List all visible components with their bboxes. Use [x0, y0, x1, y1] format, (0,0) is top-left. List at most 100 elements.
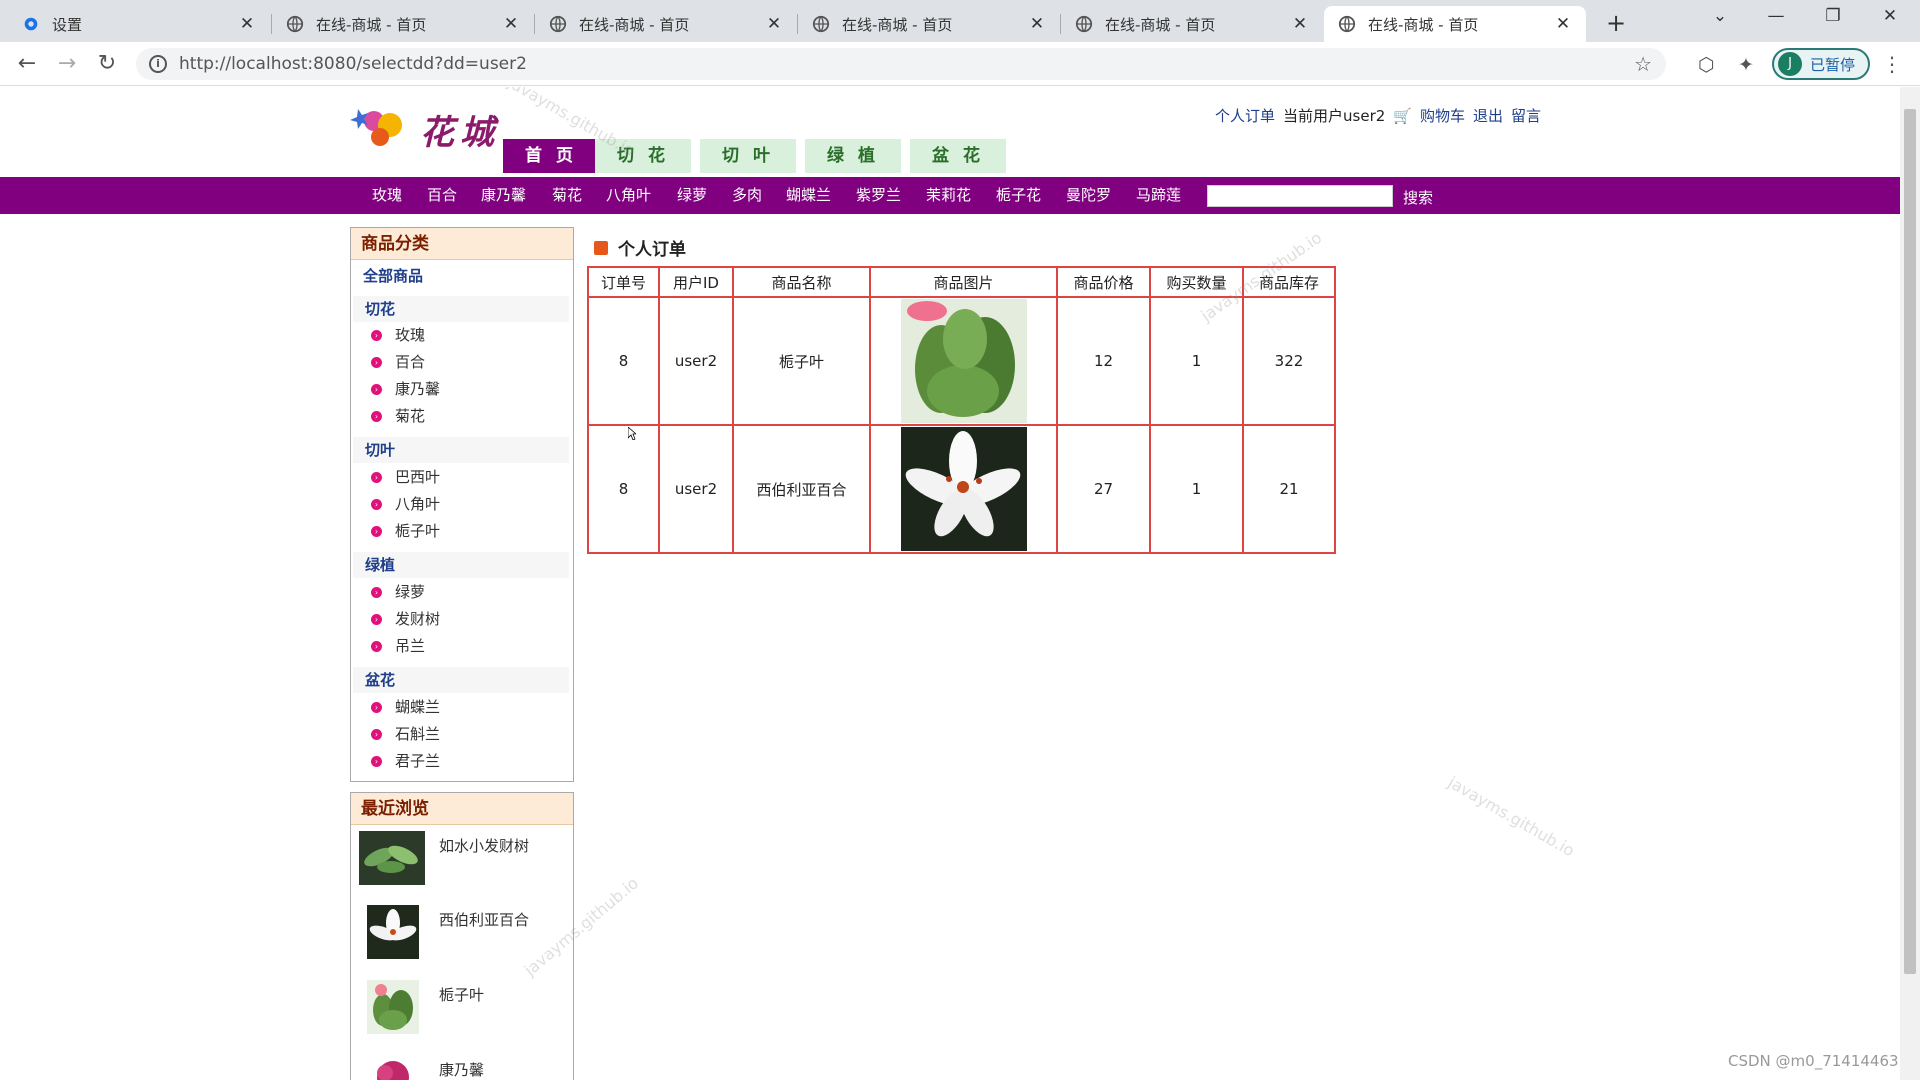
close-icon[interactable]: ✕	[765, 14, 783, 34]
vertical-scrollbar[interactable]	[1900, 87, 1920, 1080]
tab-shop-active[interactable]: 在线-商城 - 首页 ✕	[1324, 6, 1586, 42]
sidebar-groups: 切花 › 玫瑰 › 百合 › 康乃馨 › 菊花 切叶 › 巴西叶 › 八角叶 › 栀子叶 绿植…	[351, 292, 573, 782]
recent-item-name: 如水小发财树	[439, 837, 530, 855]
sidebar-item[interactable]: › 巴西叶	[351, 464, 440, 491]
sidebar-item[interactable]: › 康乃馨	[351, 376, 440, 403]
sidebar-group-potted-flowers[interactable]: 盆花	[353, 667, 569, 693]
sidebar-item[interactable]: › 八角叶	[351, 491, 440, 518]
recent-item[interactable]: 如水小发财树	[359, 831, 569, 887]
category-link[interactable]: 菊花	[552, 177, 582, 214]
menu-kebab-icon[interactable]: ⋮	[1882, 52, 1902, 76]
tab-shop-1[interactable]: 在线-商城 - 首页 ✕	[272, 6, 534, 42]
tab-title: 在线-商城 - 首页	[579, 15, 690, 34]
bullet-icon: ›	[371, 499, 382, 510]
close-icon[interactable]: ✕	[238, 14, 256, 34]
bullet-icon: ›	[371, 729, 382, 740]
reload-button[interactable]: ↻	[92, 49, 122, 79]
sidebar-item[interactable]: › 蝴蝶兰	[351, 694, 440, 721]
recent-item[interactable]: 康乃馨	[359, 1055, 569, 1080]
category-link[interactable]: 蝴蝶兰	[786, 177, 831, 214]
orders-link[interactable]: 个人订单	[1215, 105, 1275, 126]
recent-item[interactable]: 栀子叶	[359, 980, 569, 1036]
bullet-icon: ›	[371, 357, 382, 368]
sidebar-item[interactable]: › 栀子叶	[351, 518, 440, 545]
back-button[interactable]: ←	[12, 49, 42, 79]
sidebar-item[interactable]: › 石斛兰	[351, 721, 440, 748]
cart-link[interactable]: 购物车	[1420, 105, 1465, 126]
category-link[interactable]: 百合	[427, 177, 457, 214]
sidebar-group-cut-leaves[interactable]: 切叶	[353, 437, 569, 463]
profile-button[interactable]: J 已暂停	[1772, 48, 1870, 80]
tab-shop-4[interactable]: 在线-商城 - 首页 ✕	[1061, 6, 1323, 42]
search-input[interactable]	[1207, 185, 1393, 207]
order-no-cell: 8	[587, 296, 660, 426]
sidebar-item[interactable]: › 菊花	[351, 403, 425, 430]
new-tab-button[interactable]: +	[1600, 9, 1632, 37]
product-image-cell	[869, 296, 1058, 426]
bullet-icon: ›	[371, 587, 382, 598]
sidebar-item[interactable]: › 绿萝	[351, 579, 425, 606]
restore-button[interactable]: ❐	[1813, 6, 1853, 26]
category-bar: 玫瑰 百合 康乃馨 菊花 八角叶 绿萝 多肉 蝴蝶兰 紫罗兰 茉莉花 栀子花 曼…	[0, 177, 1900, 214]
bullet-icon: ›	[371, 756, 382, 767]
tab-shop-2[interactable]: 在线-商城 - 首页 ✕	[535, 6, 797, 42]
recent-title: 最近浏览	[351, 793, 573, 825]
search-button[interactable]: 搜索	[1403, 187, 1433, 208]
category-link[interactable]: 曼陀罗	[1066, 177, 1111, 214]
sidebar-item[interactable]: › 百合	[351, 349, 425, 376]
product-name-cell: 栀子叶	[732, 296, 871, 426]
category-link[interactable]: 玫瑰	[372, 177, 402, 214]
bullet-icon: ›	[371, 641, 382, 652]
bullet-icon: ›	[371, 702, 382, 713]
bookmark-star-icon[interactable]: ☆	[1634, 52, 1652, 76]
logout-link[interactable]: 退出	[1473, 105, 1503, 126]
category-link[interactable]: 栀子花	[996, 177, 1041, 214]
category-link[interactable]: 绿萝	[677, 177, 707, 214]
tab-potted-flowers[interactable]: 盆 花	[910, 139, 1006, 173]
window-close-button[interactable]: ✕	[1870, 6, 1910, 26]
tab-cut-leaves[interactable]: 切 叶	[700, 139, 796, 173]
info-icon[interactable]: i	[149, 55, 167, 73]
tab-home[interactable]: 首 页	[503, 139, 599, 173]
minimize-button[interactable]: —	[1756, 6, 1796, 26]
category-link[interactable]: 紫罗兰	[856, 177, 901, 214]
address-bar[interactable]: i http://localhost:8080/selectdd?dd=user…	[136, 48, 1666, 80]
sidebar-item[interactable]: › 吊兰	[351, 633, 425, 660]
orders-heading-icon	[594, 240, 608, 255]
all-products-link[interactable]: 全部商品	[351, 260, 573, 292]
recent-item-name: 西伯利亚百合	[439, 911, 530, 929]
tab-shop-3[interactable]: 在线-商城 - 首页 ✕	[798, 6, 1060, 42]
category-link[interactable]: 康乃馨	[481, 177, 526, 214]
sidebar-group-cut-flowers[interactable]: 切花	[353, 296, 569, 322]
tab-settings[interactable]: 设置 ✕	[8, 6, 270, 42]
globe-icon	[286, 15, 304, 33]
puzzle-icon[interactable]: ✦	[1738, 54, 1754, 76]
sidebar-item[interactable]: › 君子兰	[351, 748, 440, 775]
flower-logo-icon	[350, 109, 402, 146]
close-icon[interactable]: ✕	[1028, 14, 1046, 34]
sidebar-item[interactable]: › 发财树	[351, 606, 440, 633]
bullet-icon: ›	[371, 330, 382, 341]
tab-title: 在线-商城 - 首页	[316, 15, 427, 34]
category-link[interactable]: 茉莉花	[926, 177, 971, 214]
user-bar: 个人订单 当前用户user2 🛒 购物车 退出 留言	[1215, 105, 1541, 126]
extension-shield-icon[interactable]: ⬡	[1698, 54, 1715, 76]
close-icon[interactable]: ✕	[502, 14, 520, 34]
chevron-down-icon[interactable]: ⌄	[1700, 6, 1740, 26]
table-row: 8 user2 西伯利亚百合 27 1 21	[587, 424, 1336, 554]
close-icon[interactable]: ✕	[1291, 14, 1309, 34]
message-link[interactable]: 留言	[1511, 105, 1541, 126]
close-icon[interactable]: ✕	[1554, 14, 1572, 34]
category-link[interactable]: 多肉	[732, 177, 762, 214]
scrollbar-thumb[interactable]	[1904, 109, 1916, 974]
site-logo[interactable]: 花城	[350, 97, 500, 155]
forward-button[interactable]: →	[52, 49, 82, 79]
stock-cell: 21	[1242, 424, 1336, 554]
sidebar-item[interactable]: › 玫瑰	[351, 322, 425, 349]
bullet-icon: ›	[371, 384, 382, 395]
category-link[interactable]: 八角叶	[606, 177, 651, 214]
category-link[interactable]: 马蹄莲	[1136, 177, 1181, 214]
profile-label: 已暂停	[1810, 55, 1856, 74]
tab-green-plants[interactable]: 绿 植	[805, 139, 901, 173]
sidebar-group-green-plants[interactable]: 绿植	[353, 552, 569, 578]
